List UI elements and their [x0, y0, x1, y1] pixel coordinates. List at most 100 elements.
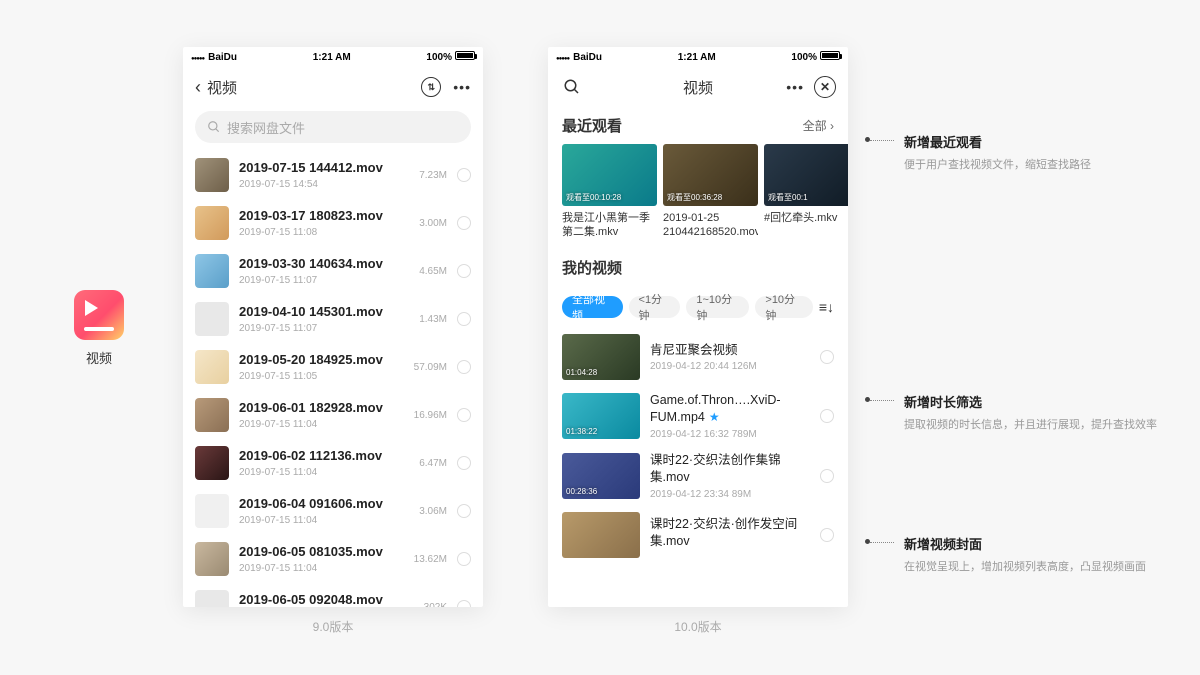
video-thumb: 00:28:36 [562, 453, 640, 499]
app-icon [74, 290, 124, 340]
select-radio[interactable] [457, 408, 471, 422]
file-size: 57.09M [414, 362, 447, 373]
back-icon[interactable]: ‹ [195, 77, 201, 98]
file-size: 4.65M [419, 266, 447, 277]
close-icon[interactable]: ✕ [814, 76, 836, 98]
file-item[interactable]: 2019-06-05 081035.mov 2019-07-15 11:04 1… [183, 535, 483, 583]
video-meta: 2019-04-12 23:34 89M [650, 489, 812, 500]
video-meta: 2019-04-12 16:32 789M [650, 429, 812, 440]
file-size: 302K [424, 602, 447, 608]
watch-progress: 观看至00:10:28 [566, 192, 621, 203]
file-date: 2019-07-15 11:07 [239, 323, 419, 334]
search-input[interactable]: 搜索网盘文件 [195, 111, 471, 143]
phone-v10: BaiDu 1:21 AM 100% 视频 ••• ✕ 最近观看 全部 › 观看… [548, 47, 848, 607]
file-date: 2019-07-15 11:08 [239, 227, 419, 238]
thumb: 观看至00:1 [764, 144, 848, 206]
filter-chip[interactable]: 1~10分钟 [686, 296, 749, 318]
file-date: 2019-07-15 14:54 [239, 179, 419, 190]
recent-card[interactable]: 观看至00:1 #回忆牵头.mkv [764, 144, 848, 239]
recent-card[interactable]: 观看至00:36:28 2019-01-25 210442168520.mov [663, 144, 758, 239]
anno-desc: 在视觉呈现上，增加视频列表高度，凸显视频画面 [904, 559, 1170, 577]
card-title: #回忆牵头.mkv [764, 211, 848, 239]
phone-v9: BaiDu 1:21 AM 100% ‹ 视频 ⇅ ••• 搜索网盘文件 201… [183, 47, 483, 607]
select-radio[interactable] [457, 216, 471, 230]
file-date: 2019-07-15 11:04 [239, 467, 419, 478]
file-name: 2019-06-04 091606.mov [239, 496, 419, 513]
file-item[interactable]: 2019-05-20 184925.mov 2019-07-15 11:05 5… [183, 343, 483, 391]
file-size: 1.43M [419, 314, 447, 325]
file-thumb [195, 590, 229, 607]
recent-card[interactable]: 观看至00:10:28 我是江小黑第一季第二集.mkv [562, 144, 657, 239]
video-list[interactable]: 01:04:28 肯尼亚聚会视频 2019-04-12 20:44 126M 0… [548, 328, 848, 564]
video-item[interactable]: 00:28:36 课时22·交织法创作集锦集.mov 2019-04-12 23… [548, 446, 848, 506]
annotation: 新增最近观看 便于用户查找视频文件，缩短查找路径 [870, 132, 1170, 175]
video-thumb: 01:04:28 [562, 334, 640, 380]
select-radio[interactable] [457, 456, 471, 470]
duration: 00:28:36 [566, 487, 597, 496]
page-title: 视频 [683, 77, 713, 98]
file-name: 2019-05-20 184925.mov [239, 352, 414, 369]
video-item[interactable]: 课时22·交织法·创作发空间集.mov [548, 506, 848, 564]
file-item[interactable]: 2019-04-10 145301.mov 2019-07-15 11:07 1… [183, 295, 483, 343]
select-radio[interactable] [820, 469, 834, 483]
my-videos-header: 我的视频 [548, 239, 848, 286]
search-icon [207, 120, 221, 134]
app-icon-label: 视频 [74, 348, 124, 367]
filter-bar: 全部视频 <1分钟1~10分钟 >10分钟 ≡↓ [548, 286, 848, 328]
select-radio[interactable] [820, 409, 834, 423]
file-list[interactable]: 2019-07-15 144412.mov 2019-07-15 14:54 7… [183, 151, 483, 607]
file-item[interactable]: 2019-07-15 144412.mov 2019-07-15 14:54 7… [183, 151, 483, 199]
file-item[interactable]: 2019-06-04 091606.mov 2019-07-15 11:04 3… [183, 487, 483, 535]
file-thumb [195, 158, 229, 192]
file-thumb [195, 446, 229, 480]
version-label-v10: 10.0版本 [548, 618, 848, 635]
file-name: 2019-04-10 145301.mov [239, 304, 419, 321]
recent-section-header: 最近观看 全部 › [548, 107, 848, 144]
filter-chip[interactable]: 全部视频 [562, 296, 623, 318]
card-title: 我是江小黑第一季第二集.mkv [562, 211, 657, 239]
v9-header: ‹ 视频 ⇅ ••• [183, 67, 483, 107]
file-item[interactable]: 2019-06-02 112136.mov 2019-07-15 11:04 6… [183, 439, 483, 487]
select-radio[interactable] [457, 312, 471, 326]
recent-list[interactable]: 观看至00:10:28 我是江小黑第一季第二集.mkv观看至00:36:28 2… [548, 144, 848, 239]
file-thumb [195, 542, 229, 576]
star-icon: ★ [709, 410, 720, 424]
select-radio[interactable] [457, 168, 471, 182]
search-button[interactable] [560, 75, 584, 99]
select-radio[interactable] [457, 264, 471, 278]
file-item[interactable]: 2019-03-17 180823.mov 2019-07-15 11:08 3… [183, 199, 483, 247]
video-item[interactable]: 01:04:28 肯尼亚聚会视频 2019-04-12 20:44 126M [548, 328, 848, 386]
v10-header: 视频 ••• ✕ [548, 67, 848, 107]
file-item[interactable]: 2019-06-01 182928.mov 2019-07-15 11:04 1… [183, 391, 483, 439]
select-radio[interactable] [457, 360, 471, 374]
video-name: 课时22·交织法·创作发空间集.mov [650, 516, 812, 550]
more-icon[interactable]: ••• [453, 79, 471, 95]
filter-chip[interactable]: >10分钟 [755, 296, 812, 318]
video-thumb: 01:38:22 [562, 393, 640, 439]
filter-chip[interactable]: <1分钟 [629, 296, 681, 318]
file-size: 7.23M [419, 170, 447, 181]
video-item[interactable]: 01:38:22 Game.of.Thron….XviD-FUM.mp4★ 20… [548, 386, 848, 446]
file-thumb [195, 398, 229, 432]
select-radio[interactable] [457, 552, 471, 566]
view-all-link[interactable]: 全部 › [803, 117, 834, 134]
file-item[interactable]: 2019-03-30 140634.mov 2019-07-15 11:07 4… [183, 247, 483, 295]
file-size: 3.00M [419, 218, 447, 229]
select-radio[interactable] [457, 504, 471, 518]
select-radio[interactable] [820, 528, 834, 542]
file-date: 2019-07-15 11:05 [239, 371, 414, 382]
file-name: 2019-06-01 182928.mov [239, 400, 414, 417]
select-radio[interactable] [820, 350, 834, 364]
section-title: 最近观看 [562, 115, 622, 136]
more-icon[interactable]: ••• [786, 79, 804, 95]
select-radio[interactable] [457, 600, 471, 607]
annotation: 新增时长筛选 提取视频的时长信息，并且进行展现，提升查找效率 [870, 392, 1170, 435]
sort-icon[interactable]: ≡↓ [819, 299, 834, 315]
video-thumb [562, 512, 640, 558]
file-item[interactable]: 2019-06-05 092048.mov 2019-07-15 11:04 3… [183, 583, 483, 607]
file-size: 13.62M [414, 554, 447, 565]
file-name: 2019-03-30 140634.mov [239, 256, 419, 273]
transfer-icon[interactable]: ⇅ [421, 77, 441, 97]
duration: 01:38:22 [566, 427, 597, 436]
file-name: 2019-07-15 144412.mov [239, 160, 419, 177]
